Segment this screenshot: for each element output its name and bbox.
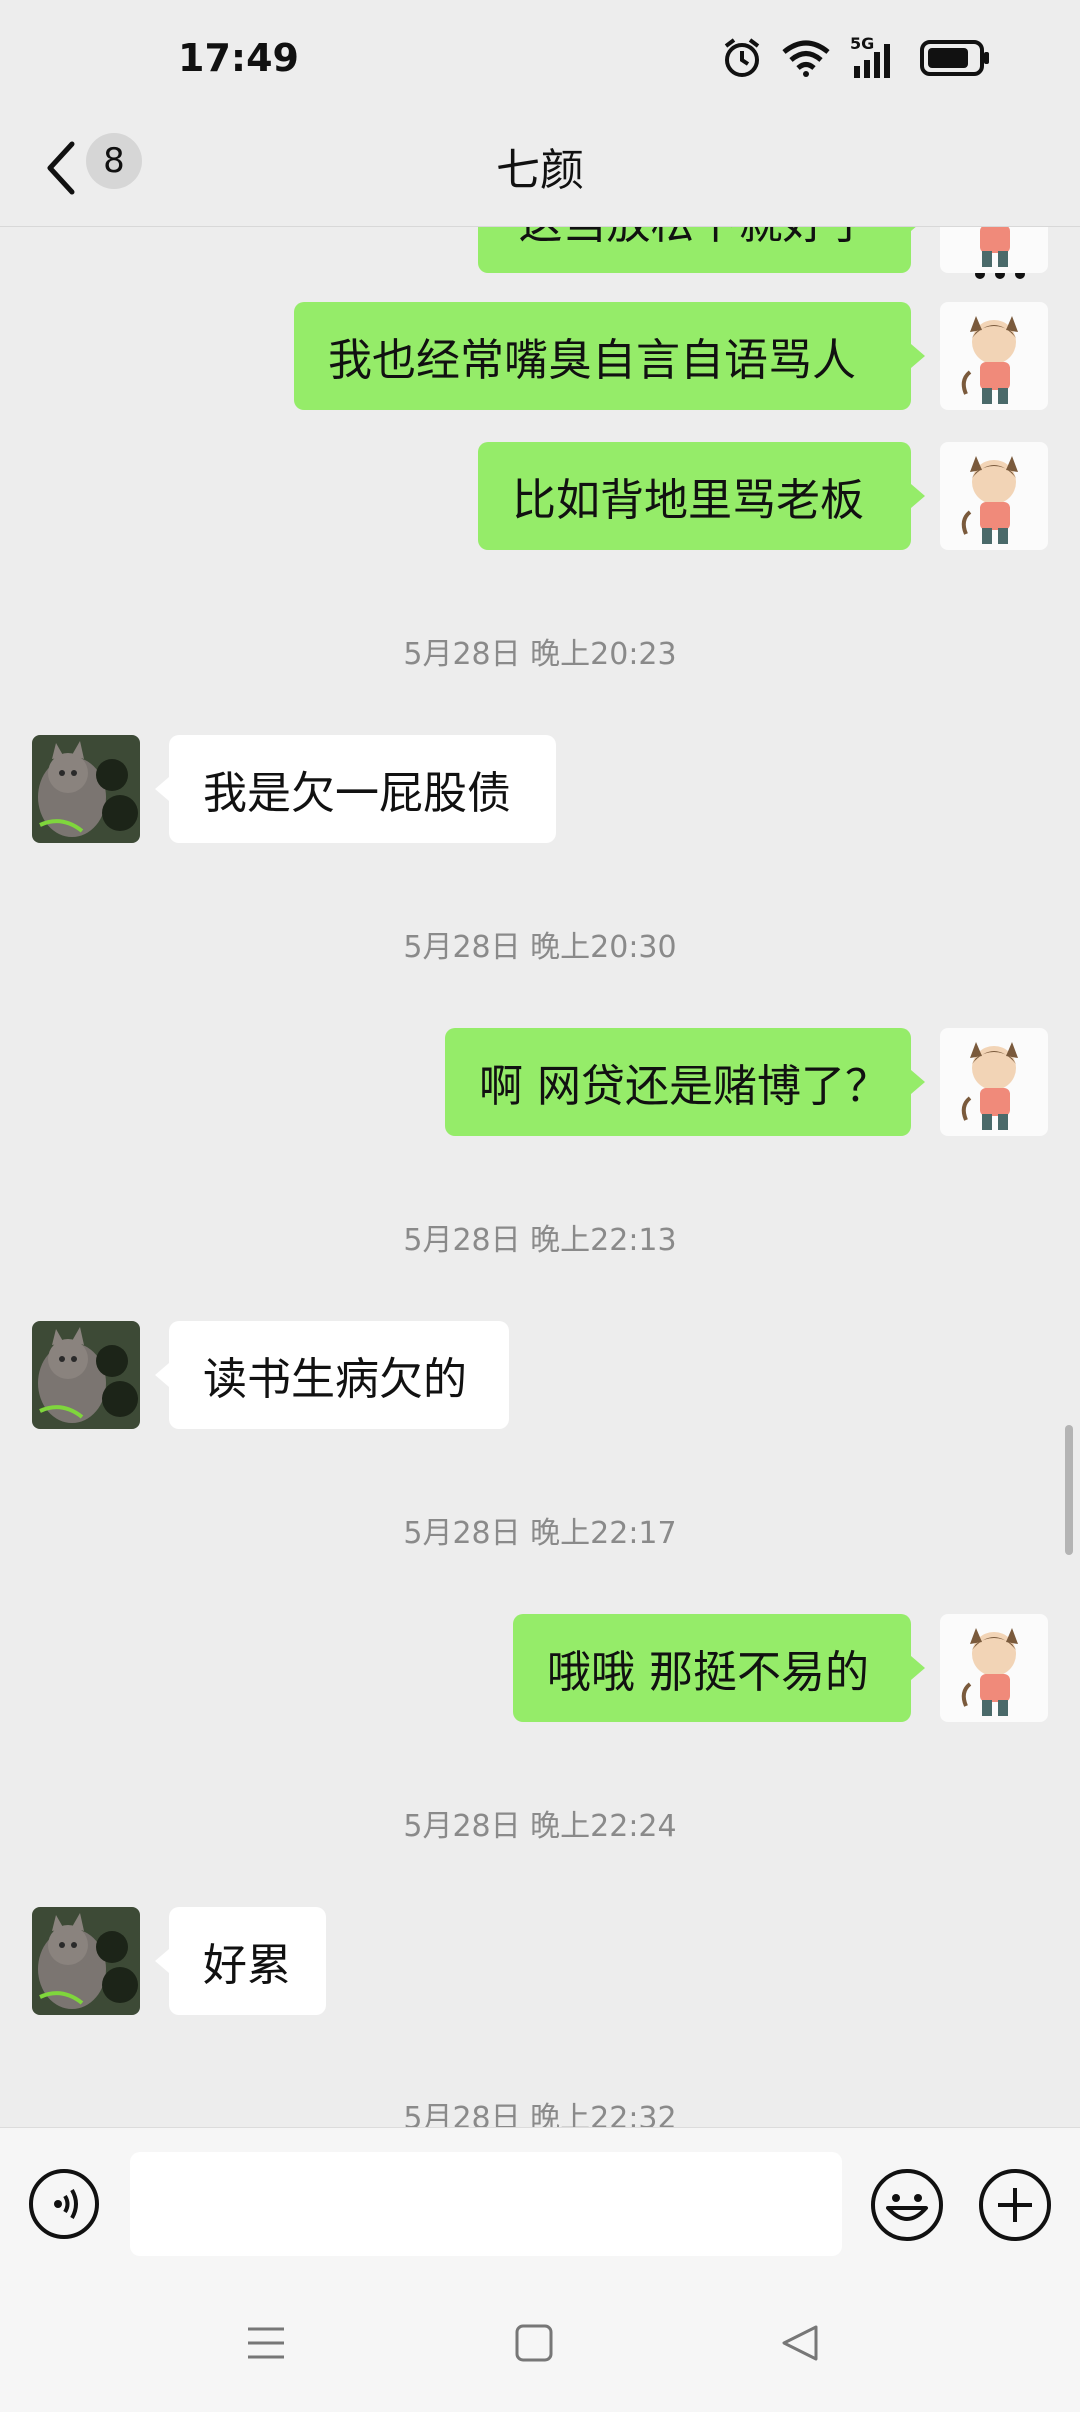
message-text: 这当放松下就好了	[519, 227, 871, 251]
my-avatar[interactable]	[940, 302, 1048, 410]
my-avatar[interactable]	[940, 1614, 1048, 1722]
message-bubble-sent[interactable]: 啊 网贷还是赌博了？	[445, 1028, 911, 1136]
message-text: 哦哦 那挺不易的	[547, 1647, 869, 1698]
chat-messages[interactable]: 这当放松下就好了 我也经常嘴臭自言自语骂人 比如背地里骂老板 5月28日 晚上2…	[0, 227, 1080, 2127]
contact-avatar[interactable]	[32, 1321, 140, 1429]
back-triangle-icon[interactable]	[780, 2323, 820, 2363]
status-time: 17:49	[178, 36, 299, 80]
status-bar: 17:49 5G	[0, 0, 1080, 110]
message-text: 啊 网贷还是赌博了？	[479, 1061, 889, 1112]
message-bubble-sent[interactable]: 我也经常嘴臭自言自语骂人	[294, 302, 911, 410]
scrollbar-thumb[interactable]	[1065, 1425, 1073, 1555]
message-timestamp: 5月28日 晚上22:17	[403, 1516, 677, 1551]
message-timestamp: 5月28日 晚上20:30	[403, 930, 677, 965]
contact-avatar[interactable]	[32, 1907, 140, 2015]
message-bubble-received[interactable]: 好累	[169, 1907, 326, 2015]
message-input-bar	[0, 2127, 1080, 2278]
message-text: 读书生病欠的	[203, 1354, 467, 1405]
system-navigation-bar	[0, 2277, 1080, 2412]
contact-avatar[interactable]	[32, 735, 140, 843]
my-avatar[interactable]	[940, 227, 1048, 273]
home-icon[interactable]	[514, 2323, 554, 2363]
message-bubble-sent[interactable]: 比如背地里骂老板	[478, 442, 911, 550]
menu-icon[interactable]	[246, 2323, 286, 2363]
message-text: 比如背地里骂老板	[512, 475, 864, 526]
status-icons: 5G	[722, 34, 990, 82]
alarm-icon	[724, 38, 760, 77]
signal-icon: 5G	[850, 34, 902, 80]
emoji-icon[interactable]	[870, 2168, 944, 2242]
chat-title: 七颜	[496, 145, 584, 196]
my-avatar[interactable]	[940, 1028, 1048, 1136]
message-bubble-received[interactable]: 读书生病欠的	[169, 1321, 509, 1429]
my-avatar[interactable]	[940, 442, 1048, 550]
message-timestamp: 5月28日 晚上22:32	[403, 2101, 677, 2127]
message-timestamp: 5月28日 晚上22:24	[403, 1809, 677, 1844]
message-bubble-sent[interactable]: 哦哦 那挺不易的	[513, 1614, 911, 1722]
message-bubble-sent[interactable]: 这当放松下就好了	[478, 227, 911, 273]
message-input[interactable]	[130, 2152, 842, 2256]
message-text: 我是欠一屁股债	[203, 768, 511, 819]
message-text: 我也经常嘴臭自言自语骂人	[328, 335, 856, 386]
battery-icon	[920, 40, 989, 76]
message-timestamp: 5月28日 晚上20:23	[403, 637, 677, 672]
plus-icon[interactable]	[978, 2168, 1052, 2242]
voice-icon[interactable]	[28, 2168, 100, 2240]
wifi-icon	[782, 40, 830, 77]
message-text: 好累	[203, 1940, 291, 1991]
message-bubble-received[interactable]: 我是欠一屁股债	[169, 735, 556, 843]
message-timestamp: 5月28日 晚上22:13	[403, 1223, 677, 1258]
